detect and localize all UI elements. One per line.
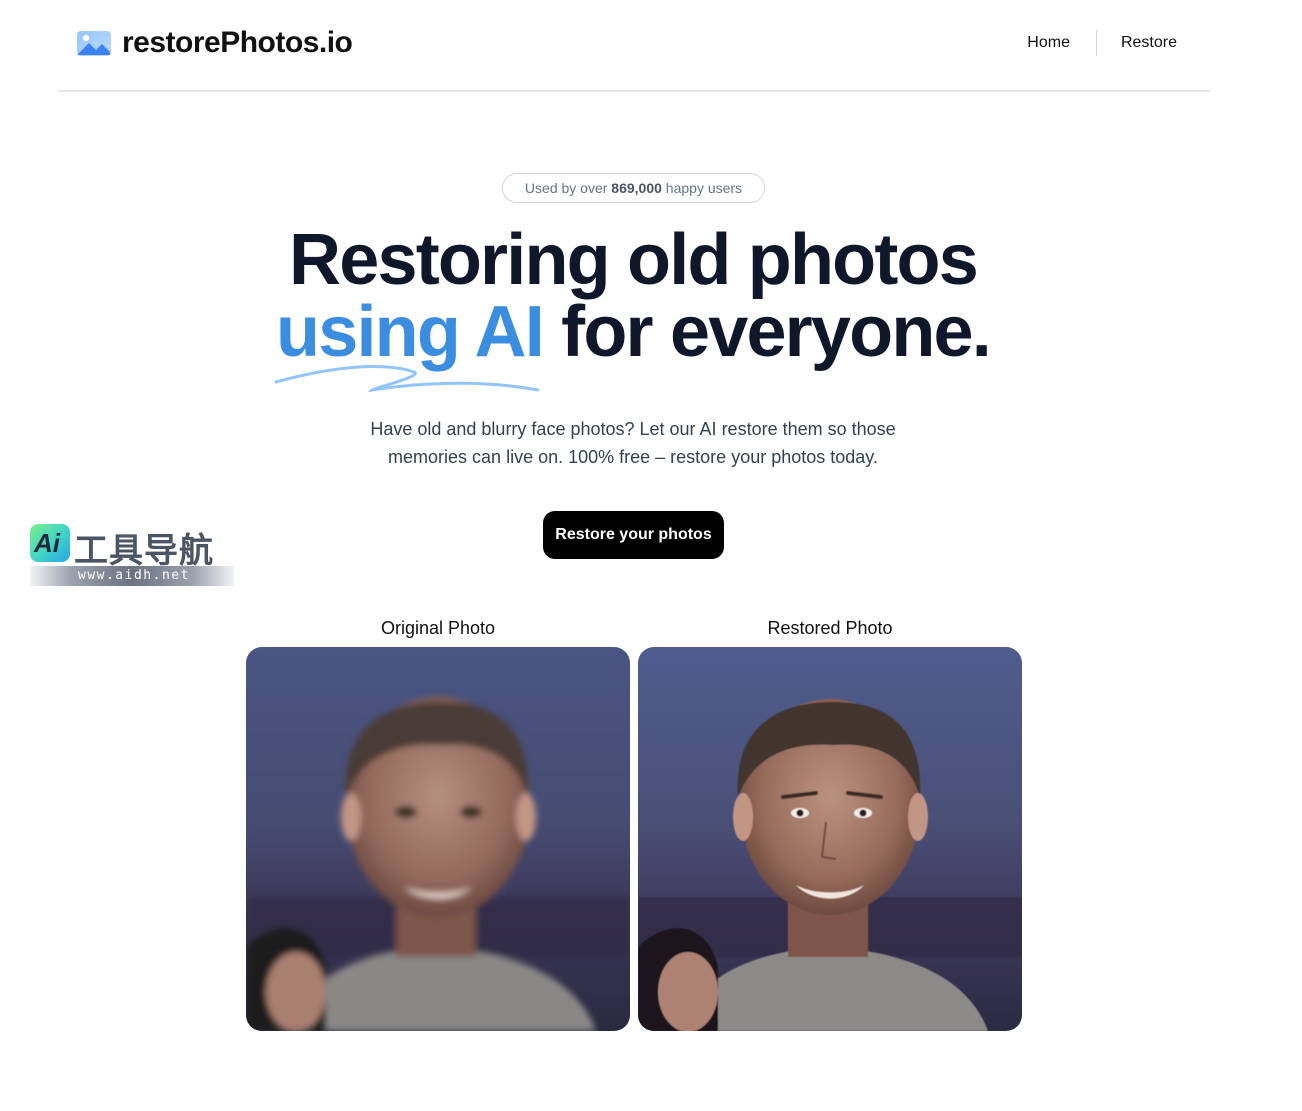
nav-restore-link[interactable]: Restore (1121, 34, 1177, 52)
hero-headline: Restoring old photos using AI for everyo… (0, 224, 1266, 393)
badge-prefix: Used by over (524, 180, 608, 196)
brand-link[interactable]: restorePhotos.io (76, 26, 353, 60)
top-nav: Home Restore (1027, 30, 1177, 56)
headline-line-2: using AI for everyone. (0, 296, 1266, 393)
watermark-logo: Ai (30, 524, 70, 562)
page: restorePhotos.io Home Restore Used by ov… (0, 0, 1302, 1111)
watermark-title: 工具导航 (74, 531, 214, 571)
badge-suffix: happy users (665, 180, 743, 196)
restored-photo (638, 647, 1022, 1031)
headline-accent: using AI (274, 296, 545, 393)
nav-home-link[interactable]: Home (1027, 34, 1070, 52)
badge-count: 869,000 (611, 180, 662, 196)
watermark: Ai 工具导航 www.aidh.net (30, 524, 234, 588)
brand-name: restorePhotos.io (122, 26, 353, 59)
hero-subtitle: Have old and blurry face photos? Let our… (370, 419, 896, 467)
underline-squiggle (274, 365, 540, 393)
headline-line-1: Restoring old photos (289, 220, 979, 300)
watermark-url: www.aidh.net (30, 566, 234, 586)
photo-icon (77, 31, 111, 56)
user-count-badge: Used by over 869,000 happy users (502, 173, 765, 203)
restore-photos-button[interactable]: Restore your photos (543, 511, 724, 559)
restored-photo-label: Restored Photo (767, 618, 893, 638)
restored-photo-image (638, 647, 1022, 1031)
nav-divider (1095, 30, 1097, 56)
original-photo-label: Original Photo (380, 618, 496, 638)
site-header: restorePhotos.io Home Restore (58, 0, 1210, 92)
headline-rest: for everyone. (561, 292, 992, 372)
headline-accent-text: using AI (276, 292, 545, 372)
original-photo (246, 647, 630, 1031)
original-photo-image (246, 647, 630, 1031)
